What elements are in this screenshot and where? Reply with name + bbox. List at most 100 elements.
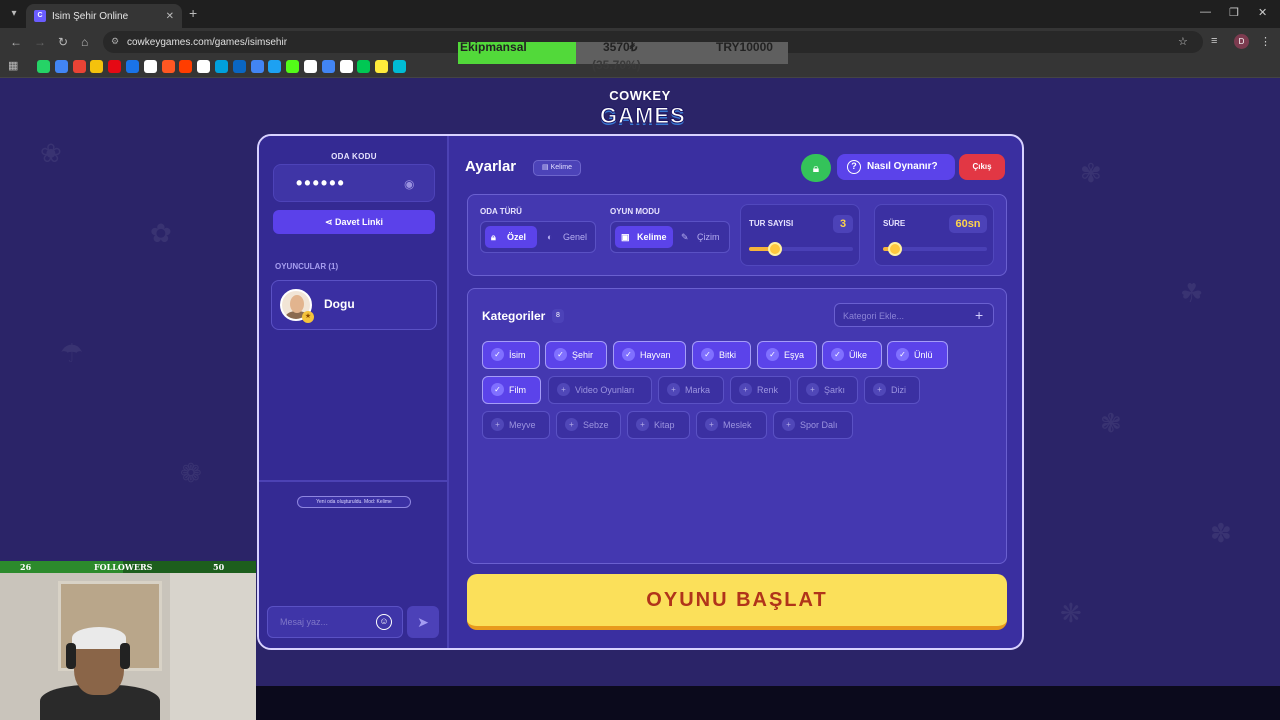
back-icon[interactable]: ← xyxy=(10,35,22,49)
bookmark-icon[interactable] xyxy=(304,60,317,73)
room-type-private[interactable]: 🔒︎ Özel xyxy=(485,226,537,248)
category-chip[interactable]: ✓ Şehir xyxy=(545,341,607,369)
home-icon[interactable]: ⌂ xyxy=(81,35,88,49)
time-slider-handle[interactable] xyxy=(888,242,903,256)
invite-link-button[interactable]: ⋖ Davet Linki xyxy=(273,210,435,234)
room-type-public[interactable]: ◐ Genel xyxy=(541,226,593,248)
site-info-icon[interactable]: ⚙ xyxy=(111,36,119,47)
tab-close-icon[interactable]: ✕ xyxy=(166,11,174,22)
bookmark-icon[interactable] xyxy=(357,60,371,73)
bookmark-icon[interactable] xyxy=(286,60,300,73)
doodle-icon: ❃ xyxy=(1100,408,1122,438)
media-controls-icon[interactable]: ≡ xyxy=(1211,35,1217,47)
bookmark-icon[interactable] xyxy=(108,60,122,73)
tab-title: İsim Şehir Online xyxy=(52,10,129,22)
browser-menu-icon[interactable]: ⋮ xyxy=(1260,35,1271,48)
bookmark-icon[interactable] xyxy=(72,60,86,73)
bookmark-icon[interactable] xyxy=(126,60,139,73)
bookmark-icon[interactable] xyxy=(179,60,193,73)
time-slider[interactable] xyxy=(883,242,987,256)
category-chip[interactable]: ✓ Eşya xyxy=(757,341,817,369)
category-chip[interactable]: ✓ İsim xyxy=(482,341,540,369)
chat-input[interactable]: Mesaj yaz... ☺ xyxy=(267,606,403,638)
start-game-button[interactable]: OYUNU BAŞLAT xyxy=(467,574,1007,630)
emoji-icon[interactable]: ☺ xyxy=(376,614,392,630)
bookmark-icon[interactable] xyxy=(37,60,50,73)
category-chip[interactable]: + Sebze xyxy=(556,411,621,439)
category-chip[interactable]: + Renk xyxy=(730,376,791,404)
bookmark-icon[interactable] xyxy=(250,60,264,73)
logo-line-2: GAMES xyxy=(600,103,686,129)
game-mode-word[interactable]: ▣ Kelime xyxy=(615,226,673,248)
bookmark-icon[interactable] xyxy=(232,60,246,73)
plus-icon: + xyxy=(636,418,649,431)
close-window-icon[interactable]: ✕ xyxy=(1258,6,1267,19)
category-chip[interactable]: ✓ Ünlü xyxy=(887,341,948,369)
eye-icon[interactable]: ◉ xyxy=(404,177,414,191)
category-label: Video Oyunları xyxy=(575,385,635,395)
doodle-icon: ❁ xyxy=(180,458,202,488)
reload-icon[interactable]: ↻ xyxy=(58,35,68,49)
category-chip[interactable]: ✓ Bitki xyxy=(692,341,751,369)
bookmark-icon[interactable] xyxy=(339,60,353,73)
category-chip[interactable]: + Şarkı xyxy=(797,376,858,404)
exit-button[interactable]: Çıkış xyxy=(959,154,1005,180)
doodle-icon: ❋ xyxy=(1060,598,1082,628)
plus-icon: + xyxy=(739,383,752,396)
tab-search-icon[interactable]: ▾ xyxy=(6,6,22,22)
game-mode-draw[interactable]: ✎ Çizim xyxy=(675,226,729,248)
profile-avatar[interactable]: D xyxy=(1234,34,1249,49)
category-label: Dizi xyxy=(891,385,906,395)
bookmark-icon[interactable] xyxy=(375,60,389,73)
share-icon: ⋖ xyxy=(324,217,336,227)
category-chip[interactable]: + Dizi xyxy=(864,376,920,404)
browser-tab[interactable]: C İsim Şehir Online ✕ xyxy=(26,4,182,28)
maximize-icon[interactable]: ❐ xyxy=(1229,6,1239,19)
game-mode-toggle: ▣ Kelime ✎ Çizim xyxy=(610,221,730,253)
forward-icon[interactable]: → xyxy=(34,35,46,49)
category-chip[interactable]: + Meslek xyxy=(696,411,767,439)
category-chip[interactable]: ✓ Hayvan xyxy=(613,341,686,369)
bookmark-icon[interactable] xyxy=(197,60,211,73)
add-category-input[interactable]: Kategori Ekle... + xyxy=(834,303,994,327)
rounds-slider[interactable] xyxy=(749,242,853,256)
lock-icon: 🔒︎ xyxy=(812,161,820,175)
how-to-play-button[interactable]: ? Nasıl Oynanır? xyxy=(837,154,955,180)
rounds-card: TUR SAYISI 3 xyxy=(740,204,860,266)
bookmark-icon[interactable] xyxy=(90,60,104,73)
category-chip[interactable]: + Kitap xyxy=(627,411,690,439)
room-lock-button[interactable]: 🔒︎ xyxy=(801,154,831,182)
bookmark-icon[interactable] xyxy=(393,60,406,73)
bookmark-icon[interactable] xyxy=(143,60,157,73)
category-chip[interactable]: + Meyve xyxy=(482,411,550,439)
webcam-wall xyxy=(170,573,256,720)
plus-icon[interactable]: + xyxy=(975,307,983,323)
cowkey-games-logo[interactable]: COWKEY GAMES xyxy=(600,88,686,129)
minimize-icon[interactable]: — xyxy=(1200,6,1211,18)
rounds-slider-handle[interactable] xyxy=(768,242,782,256)
bookmark-icon[interactable] xyxy=(161,60,175,73)
new-tab-icon[interactable]: + xyxy=(189,6,197,20)
category-label: Meyve xyxy=(509,420,536,430)
bookmark-icon[interactable] xyxy=(215,60,228,73)
bookmark-star-icon[interactable]: ☆ xyxy=(1178,35,1188,48)
bookmark-icon[interactable] xyxy=(54,60,68,73)
category-chip[interactable]: + Spor Dalı xyxy=(773,411,853,439)
check-icon: ✓ xyxy=(554,348,567,361)
category-label: Hayvan xyxy=(640,350,671,360)
time-value: 60sn xyxy=(949,215,987,233)
goal-amount: 3570₺ xyxy=(603,40,638,54)
send-message-button[interactable]: ➤ xyxy=(407,606,439,638)
bookmark-icon[interactable] xyxy=(268,60,282,73)
category-chip[interactable]: ✓ Ülke xyxy=(822,341,882,369)
bookmark-icon[interactable] xyxy=(321,60,335,73)
category-chip[interactable]: + Video Oyunları xyxy=(548,376,652,404)
game-mode-word-label: Kelime xyxy=(637,232,667,242)
category-chip[interactable]: ✓ Film xyxy=(482,376,541,404)
room-type-public-label: Genel xyxy=(563,232,588,242)
apps-grid-icon[interactable]: ▦ xyxy=(8,59,18,73)
followers-target: 50 xyxy=(213,562,225,572)
category-chip[interactable]: + Marka xyxy=(658,376,724,404)
abc-icon: ▣ xyxy=(621,232,630,242)
doodle-icon: ✿ xyxy=(150,218,172,248)
